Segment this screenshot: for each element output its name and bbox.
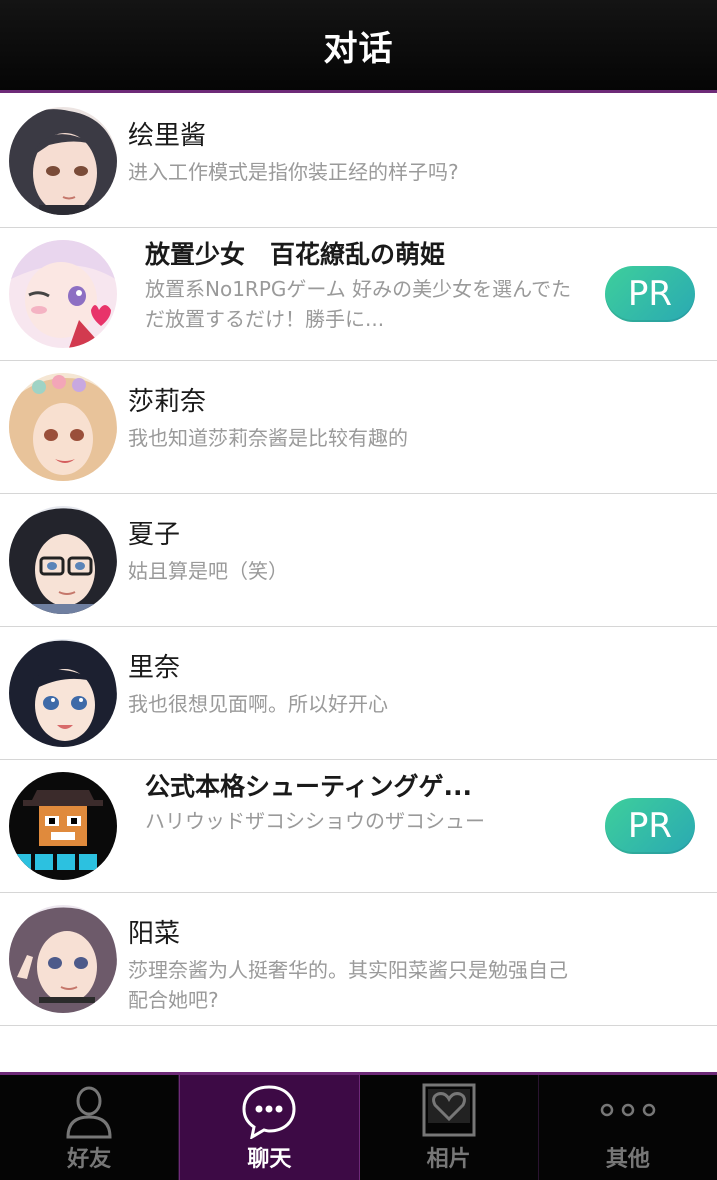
- tab-friends[interactable]: 好友: [0, 1075, 180, 1180]
- last-message: 莎理奈酱为人挺奢华的。其实阳菜酱只是勉强自己配合她吧?: [128, 958, 568, 1012]
- more-dots-icon: [600, 1103, 656, 1117]
- last-message: 姑且算是吧（笑）: [128, 559, 288, 583]
- tab-chat[interactable]: 聊天: [179, 1075, 360, 1180]
- chat-text: 阳菜 莎理奈酱为人挺奢华的。其实阳菜酱只是勉强自己配合她吧?: [128, 915, 697, 1015]
- bottom-tab-bar: 好友 聊天 相片 其他: [0, 1072, 717, 1180]
- avatar: [9, 240, 117, 348]
- chat-row[interactable]: 莎莉奈 我也知道莎莉奈酱是比较有趣的: [0, 361, 717, 494]
- last-message: 进入工作模式是指你装正经的样子吗?: [128, 160, 459, 184]
- chat-text: 夏子 姑且算是吧（笑）: [128, 516, 697, 586]
- contact-name: 里奈: [128, 653, 181, 683]
- pr-badge-button[interactable]: PR: [605, 266, 695, 322]
- avatar: [9, 373, 117, 481]
- avatar: [9, 107, 117, 215]
- chat-row[interactable]: 阳菜 莎理奈酱为人挺奢华的。其实阳菜酱只是勉强自己配合她吧?: [0, 893, 717, 1026]
- chat-text: 里奈 我也很想见面啊。所以好开心: [128, 649, 697, 719]
- avatar: [9, 905, 117, 1013]
- tab-label: 其他: [605, 1147, 650, 1172]
- page-title: 对话: [323, 28, 394, 69]
- contact-name: 绘里酱: [128, 121, 207, 151]
- chat-row[interactable]: 里奈 我也很想见面啊。所以好开心: [0, 627, 717, 760]
- chat-bubble-icon: [242, 1085, 296, 1139]
- chat-row[interactable]: 绘里酱 进入工作模式是指你装正经的样子吗?: [0, 95, 717, 228]
- avatar: [9, 506, 117, 614]
- tab-label: 相片: [426, 1147, 471, 1172]
- chat-text: 放置少女 百花繚乱の萌姫 放置系No1RPGゲーム 好みの美少女を選んでただ放置…: [145, 236, 597, 334]
- app: 对话 绘里酱 进入工作模式是指你装正经的样子吗? 放置少女 百花繚乱の萌姫 放置…: [0, 0, 717, 1180]
- ad-row[interactable]: 公式本格シューティングゲ... ハリウッドザコシショウのザコシュー PR: [0, 760, 717, 893]
- avatar: [9, 639, 117, 747]
- contact-name: 阳菜: [128, 919, 181, 949]
- chat-text: 莎莉奈 我也知道莎莉奈酱是比较有趣的: [128, 383, 697, 453]
- chat-text: 绘里酱 进入工作模式是指你装正经的样子吗?: [128, 117, 697, 187]
- last-message: 我也很想见面啊。所以好开心: [128, 692, 388, 716]
- ad-description: ハリウッドザコシショウのザコシュー: [145, 809, 485, 833]
- pr-badge-button[interactable]: PR: [605, 798, 695, 854]
- header: 对话: [0, 0, 717, 93]
- contact-name: 莎莉奈: [128, 387, 207, 417]
- tab-label: 聊天: [247, 1147, 292, 1172]
- ad-title: 公式本格シューティングゲ...: [145, 772, 472, 801]
- chat-row[interactable]: 夏子 姑且算是吧（笑）: [0, 494, 717, 627]
- chat-text: 公式本格シューティングゲ... ハリウッドザコシショウのザコシュー: [145, 768, 597, 836]
- ad-title: 放置少女 百花繚乱の萌姫: [145, 240, 446, 269]
- contact-name: 夏子: [128, 520, 181, 550]
- ad-description: 放置系No1RPGゲーム 好みの美少女を選んでただ放置するだけ！勝手に...: [145, 277, 572, 331]
- avatar: [9, 772, 117, 880]
- ad-row[interactable]: 放置少女 百花繚乱の萌姫 放置系No1RPGゲーム 好みの美少女を選んでただ放置…: [0, 228, 717, 361]
- tab-more[interactable]: 其他: [539, 1075, 717, 1180]
- last-message: 我也知道莎莉奈酱是比较有趣的: [128, 426, 408, 450]
- chat-list: 绘里酱 进入工作模式是指你装正经的样子吗? 放置少女 百花繚乱の萌姫 放置系No…: [0, 95, 717, 1026]
- friend-icon: [66, 1086, 112, 1139]
- heart-photo-icon: [422, 1083, 476, 1137]
- tab-photos[interactable]: 相片: [360, 1075, 539, 1180]
- tab-label: 好友: [67, 1147, 112, 1172]
